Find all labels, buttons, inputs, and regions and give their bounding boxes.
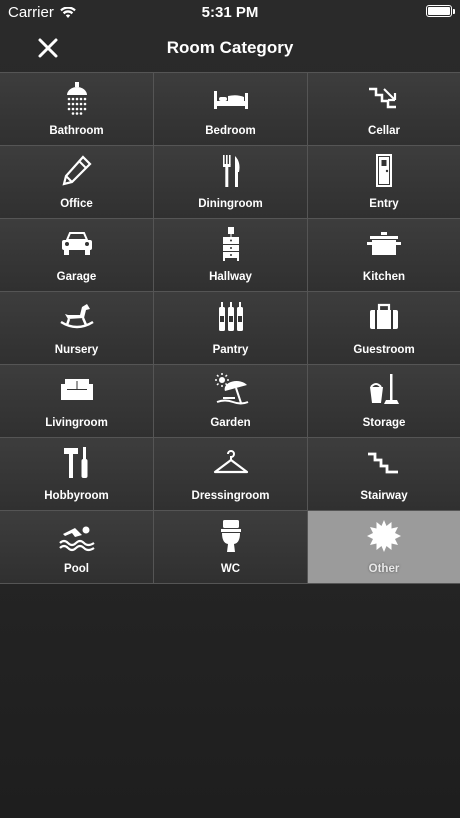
category-cellar[interactable]: Cellar xyxy=(308,72,460,145)
rocking-horse-icon xyxy=(59,300,95,334)
category-diningroom[interactable]: Diningroom xyxy=(154,145,308,218)
category-storage[interactable]: Storage xyxy=(308,364,460,437)
category-label: Storage xyxy=(362,417,406,429)
category-garden[interactable]: Garden xyxy=(154,364,308,437)
category-hobbyroom[interactable]: Hobbyroom xyxy=(0,437,154,510)
starburst-icon xyxy=(366,519,402,553)
category-label: Guestroom xyxy=(353,344,415,356)
category-label: Garden xyxy=(210,417,251,429)
category-label: Nursery xyxy=(54,344,99,356)
category-hallway[interactable]: Hallway xyxy=(154,218,308,291)
category-dressingroom[interactable]: Dressingroom xyxy=(154,437,308,510)
category-label: Entry xyxy=(369,198,399,210)
category-wc[interactable]: WC xyxy=(154,510,308,583)
toilet-icon xyxy=(213,519,249,553)
category-label: Office xyxy=(60,198,93,210)
category-label: Hallway xyxy=(209,271,252,283)
category-grid: Bathroom Bedroom Cellar Office Diningroo… xyxy=(0,72,460,584)
category-bathroom[interactable]: Bathroom xyxy=(0,72,154,145)
category-livingroom[interactable]: Livingroom xyxy=(0,364,154,437)
category-label: Kitchen xyxy=(362,271,406,283)
category-label: WC xyxy=(220,563,241,575)
category-entry[interactable]: Entry xyxy=(308,145,460,218)
category-bedroom[interactable]: Bedroom xyxy=(154,72,308,145)
bottles-icon xyxy=(213,300,249,334)
hanger-icon xyxy=(213,446,249,480)
category-other[interactable]: Other xyxy=(308,510,460,583)
status-bar: Carrier 5:31 PM xyxy=(0,0,460,24)
category-label: Other xyxy=(368,563,400,575)
stairs-down-icon xyxy=(366,81,402,115)
category-pool[interactable]: Pool xyxy=(0,510,154,583)
tools-icon xyxy=(59,446,95,480)
category-label: Pool xyxy=(64,563,89,575)
page-title: Room Category xyxy=(166,38,294,57)
swimmer-icon xyxy=(58,519,95,553)
category-office[interactable]: Office xyxy=(0,145,154,218)
stairs-icon xyxy=(366,446,402,480)
pot-icon xyxy=(366,227,402,261)
category-label: Bathroom xyxy=(49,125,104,137)
category-stairway[interactable]: Stairway xyxy=(308,437,460,510)
category-label: Hobbyroom xyxy=(44,490,109,502)
category-label: Garage xyxy=(56,271,97,283)
sofa-icon xyxy=(59,373,95,407)
suitcase-icon xyxy=(366,300,402,334)
pencil-icon xyxy=(59,154,95,188)
car-icon xyxy=(59,227,95,261)
bucket-mop-icon xyxy=(366,373,402,407)
fork-knife-icon xyxy=(213,154,249,188)
category-label: Livingroom xyxy=(45,417,108,429)
category-label: Dressingroom xyxy=(191,490,270,502)
category-guestroom[interactable]: Guestroom xyxy=(308,291,460,364)
clock: 5:31 PM xyxy=(201,4,259,21)
category-pantry[interactable]: Pantry xyxy=(154,291,308,364)
shower-icon xyxy=(59,81,95,115)
category-label: Pantry xyxy=(212,344,249,356)
navigation-bar: Room Category xyxy=(0,24,460,72)
category-label: Cellar xyxy=(368,125,400,137)
category-nursery[interactable]: Nursery xyxy=(0,291,154,364)
category-label: Stairway xyxy=(360,490,408,502)
umbrella-sun-icon xyxy=(213,373,249,407)
bed-icon xyxy=(213,81,249,115)
category-kitchen[interactable]: Kitchen xyxy=(308,218,460,291)
door-icon xyxy=(366,154,402,188)
category-garage[interactable]: Garage xyxy=(0,218,154,291)
battery-icon xyxy=(426,5,455,17)
cabinet-icon xyxy=(213,227,249,261)
category-label: Bedroom xyxy=(205,125,256,137)
category-label: Diningroom xyxy=(198,198,263,210)
